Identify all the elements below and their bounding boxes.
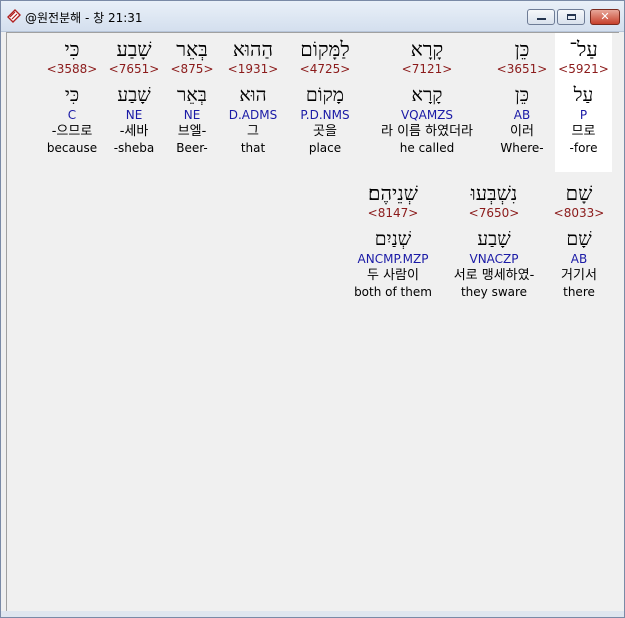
hebrew-word: בְּאֵר [176,37,208,61]
lemma-word: שָׁבַע [117,84,151,106]
english-gloss: -fore [569,141,598,155]
korean-gloss: 라 이름 하였더라 [381,124,473,139]
status-bar [1,611,624,617]
strongs-number[interactable]: <1931> [221,62,285,76]
hebrew-word: לַמָּקוֹם [300,37,350,61]
lemma-word: מָקוֹם [305,84,345,106]
english-gloss: Beer- [176,141,208,155]
strongs-number[interactable]: <875> [167,62,217,76]
interlinear-panel[interactable]: עַל־ <5921> עַל P 므로 -fore כֵּן <3651> כ… [6,32,619,612]
korean-gloss: 두 사람이 [367,268,419,283]
lemma-word: עַל [573,84,594,106]
lemma-word: קָרָא [411,84,443,106]
strongs-number[interactable]: <5921> [555,62,612,76]
hebrew-word: נִשְׁבְּעוּ [470,181,518,205]
english-gloss: Where- [500,141,544,155]
korean-gloss: 므로 [571,124,596,139]
english-gloss: he called [399,141,455,155]
hebrew-word: שָׁבַע [116,37,152,61]
lemma-word: שָׁבַע [477,228,511,250]
strongs-number[interactable]: <4725> [289,62,361,76]
word-card[interactable]: בְּאֵר <875> בְּאֵר NE 브엘- Beer- [167,33,217,155]
lemma-word: כִּי [64,84,80,106]
parsing-code: P.D.NMS [300,108,350,122]
hebrew-word: עַל־ [569,37,598,61]
word-card[interactable]: קָרָא <7121> קָרָא VQAMZS 라 이름 하였더라 he c… [367,33,487,155]
hebrew-word: קָרָא [410,37,444,61]
korean-gloss: -세바 [119,124,149,139]
english-gloss: that [240,141,266,155]
hebrew-word: כִּי [64,37,80,61]
maximize-button[interactable] [557,9,585,25]
strongs-number[interactable]: <3588> [43,62,101,76]
strongs-number[interactable]: <3651> [493,62,551,76]
parsing-code: VQAMZS [400,108,454,122]
minimize-icon [537,18,546,20]
maximize-icon [567,14,576,20]
close-button[interactable]: ✕ [590,9,620,25]
lemma-word: הוּא [239,84,267,106]
parsing-code: ANCMP.MZP [357,252,429,266]
english-gloss: because [46,141,98,155]
korean-gloss: 거기서 [561,268,597,283]
word-card[interactable]: שְׁנֵיהֶם׃ <8147> שְׁנַיִם ANCMP.MZP 두 사… [351,177,435,299]
title-bar[interactable]: @원전분해 - 창 21:31 ✕ [1,1,624,32]
lemma-word: שָׁם [566,228,592,250]
parsing-code: NE [125,108,143,122]
parsing-code: AB [570,252,588,266]
minimize-button[interactable] [527,9,555,25]
english-gloss: both of them [354,285,432,299]
bible-app-icon [7,9,21,23]
strongs-number[interactable]: <7121> [367,62,487,76]
strongs-number[interactable]: <7651> [107,62,161,76]
lemma-word: בְּאֵר [177,84,207,106]
hebrew-word: שָׁם [565,181,593,205]
word-card[interactable]: שָׁבַע <7651> שָׁבַע NE -세바 -sheba [107,33,161,155]
window-title: @원전분해 - 창 21:31 [25,11,143,25]
korean-gloss: 곳을 [313,124,337,139]
word-card[interactable]: נִשְׁבְּעוּ <7650> שָׁבַע VNACZP 서로 맹세하였… [441,177,547,299]
strongs-number[interactable]: <8033> [549,206,609,220]
word-card[interactable]: עַל־ <5921> עַל P 므로 -fore [555,33,612,172]
parsing-code: VNACZP [469,252,519,266]
strongs-number[interactable]: <8147> [351,206,435,220]
korean-gloss: 서로 맹세하였- [453,268,535,283]
parsing-code: AB [513,108,531,122]
app-window: @원전분해 - 창 21:31 ✕ עַל־ <5921> עַל P 므로 -… [0,0,625,618]
word-card[interactable]: לַמָּקוֹם <4725> מָקוֹם P.D.NMS 곳을 place [289,33,361,155]
korean-gloss: 그 [247,124,259,139]
hebrew-word: שְׁנֵיהֶם׃ [368,181,418,205]
parsing-code: P [579,108,588,122]
english-gloss: they sware [460,285,528,299]
word-card[interactable]: הַהוּא <1931> הוּא D.ADMS 그 that [221,33,285,155]
korean-gloss: 브엘- [177,124,207,139]
lemma-word: שְׁנַיִם [374,228,412,250]
parsing-code: C [67,108,77,122]
strongs-number[interactable]: <7650> [441,206,547,220]
korean-gloss: -으므로 [51,124,93,139]
parsing-code: NE [183,108,201,122]
lemma-word: כֵּן [514,84,530,106]
parsing-code: D.ADMS [228,108,278,122]
hebrew-word: כֵּן [514,37,530,61]
korean-gloss: 이러 [510,124,534,139]
word-card[interactable]: שָׁם <8033> שָׁם AB 거기서 there [549,177,609,299]
hebrew-word: הַהוּא [232,37,274,61]
english-gloss: place [308,141,342,155]
word-card[interactable]: כִּי <3588> כִּי C -으므로 because [43,33,101,155]
english-gloss: -sheba [113,141,155,155]
close-icon: ✕ [600,10,610,23]
word-card[interactable]: כֵּן <3651> כֵּן AB 이러 Where- [493,33,551,155]
english-gloss: there [563,285,595,299]
